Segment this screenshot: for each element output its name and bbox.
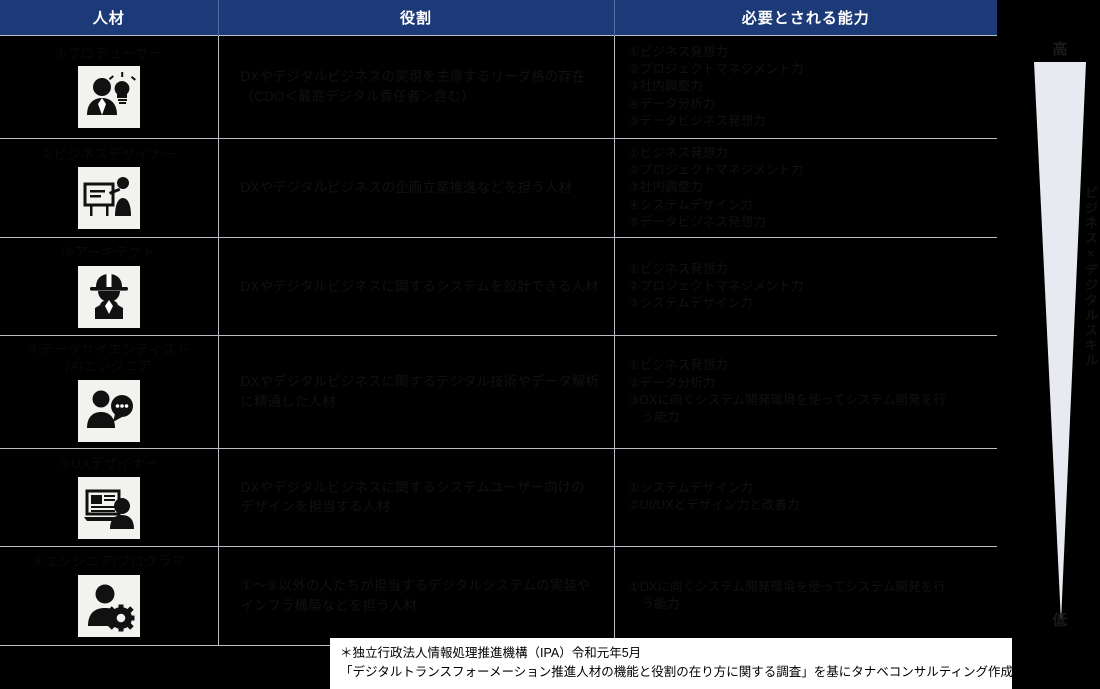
skill-item: ⑤データビジネス発想力 <box>628 113 766 128</box>
skills-list: ①DXに向くシステム開発環境を使ってシステム開発を行 う能力 <box>629 579 988 614</box>
role-cell: ①〜⑤以外の人たちが担当するデジタルシステムの実装や インフラ構築などを担う人材 <box>218 546 615 646</box>
skills-list: ①ビジネス発想力 ②プロジェクトマネジメント力 ③システムデザイン力 <box>629 261 988 313</box>
person-label: ①プロデューサー <box>54 45 163 61</box>
table-header: 人材 役割 必要とされる能力 <box>0 0 997 36</box>
skills-list: ①システムデザイン力 ②UI/UXとデザイン力と改善力 <box>629 480 988 515</box>
skills-cell: ①ビジネス発想力 ②プロジェクトマネジメント力 ③社内調整力 ④システムデザイン… <box>614 138 997 238</box>
presenter-whiteboard-icon <box>77 167 140 230</box>
role-cell: DXやデジタルビジネスの実現を主導するリーダ格の存在 （CDO＜最高デジタル責任… <box>218 35 615 139</box>
table-row: ②ビジネスデザイナー DXやデジタルビジネスの企画立案推進などを担う人材 ①ビジ… <box>0 138 997 238</box>
skill-item: ①DXに向くシステム開発環境を使ってシステム開発を行 う能力 <box>628 579 946 611</box>
column-header-skills: 必要とされる能力 <box>614 0 997 36</box>
person-label: ⑤UXデザイナー <box>58 455 159 471</box>
column-header-role: 役割 <box>218 0 615 36</box>
table-row: ⑤UXデザイナー DXやデジタルビジネスに関するシステムユーザー向けの デザイン… <box>0 448 997 547</box>
skills-list: ①ビジネス発想力 ②データ分析力 ③DXに向くシステム開発環境を使ってシステム開… <box>629 357 988 426</box>
person-cell: ⑤UXデザイナー <box>0 448 219 547</box>
hardhat-worker-icon <box>77 265 140 328</box>
source-note-line-1: ＊独立行政法人情報処理推進機構（IPA）令和元年5月 <box>340 646 642 660</box>
person-label: ④データサイエンティスト /AIエンジニア <box>27 342 190 374</box>
skills-cell: ①ビジネス発想力 ②プロジェクトマネジメント力 ③システムデザイン力 <box>614 237 997 336</box>
header-row: 人材 役割 必要とされる能力 <box>0 0 997 36</box>
person-cell: ④データサイエンティスト /AIエンジニア <box>0 335 219 449</box>
skill-item: ①ビジネス発想力 <box>628 145 729 160</box>
skill-gauge: 高 ビジネス×デジタルスキル 低 <box>1020 36 1100 636</box>
table-row: ①プロデューサー DXやデジタルビジネスの実現を主導するリーダ格の存在 （CDO… <box>0 35 997 139</box>
role-text: ①〜⑤以外の人たちが担当するデジタルシステムの実装や インフラ構築などを担う人材 <box>240 578 591 613</box>
skills-cell: ①ビジネス発想力 ②プロジェクトマネジメント力 ③社内調整力 ④データ分析力 ⑤… <box>614 35 997 139</box>
gauge-axis-label: ビジネス×デジタルスキル <box>1083 186 1098 368</box>
skill-item: ②プロジェクトマネジメント力 <box>628 163 804 178</box>
person-label: ③アーキテクト <box>61 245 156 261</box>
source-note-line-2: 「デジタルトランスフォーメーション推進人材の機能と役割の在り方に関する調査」を基… <box>340 664 1014 679</box>
table-row: ④データサイエンティスト /AIエンジニア DXやデジタルビジネスに関するデジタ… <box>0 335 997 449</box>
skill-item: ③社内調整力 <box>628 79 703 94</box>
role-cell: DXやデジタルビジネスに関するシステムユーザー向けの デザインを担当する人材 <box>218 448 615 547</box>
table-body: ①プロデューサー DXやデジタルビジネスの実現を主導するリーダ格の存在 （CDO… <box>0 35 997 646</box>
dx-talent-matrix: 人材 役割 必要とされる能力 ①プロデューサー DXやデジタルビジネスの実現を主… <box>0 0 997 646</box>
matrix-table: 人材 役割 必要とされる能力 ①プロデューサー DXやデジタルビジネスの実現を主… <box>0 0 997 646</box>
laptop-user-icon <box>77 476 140 539</box>
skill-item: ①ビジネス発想力 <box>628 358 729 373</box>
person-cell: ③アーキテクト <box>0 237 219 336</box>
skill-item: ②データ分析力 <box>628 375 716 390</box>
skills-cell: ①システムデザイン力 ②UI/UXとデザイン力と改善力 <box>614 448 997 547</box>
skills-cell: ①DXに向くシステム開発環境を使ってシステム開発を行 う能力 <box>614 546 997 646</box>
role-cell: DXやデジタルビジネスに関するデジタル技術やデータ解析 に精通した人材 <box>218 335 615 449</box>
skills-cell: ①ビジネス発想力 ②データ分析力 ③DXに向くシステム開発環境を使ってシステム開… <box>614 335 997 449</box>
gauge-high-label: 高 <box>1052 41 1068 58</box>
skills-list: ①ビジネス発想力 ②プロジェクトマネジメント力 ③社内調整力 ④システムデザイン… <box>629 145 988 231</box>
table-row: ⑥エンジニア/プログラマ ①〜⑤以外の人たちが担当するデジタルシステムの実装や … <box>0 546 997 646</box>
person-gear-icon <box>77 575 140 638</box>
person-label: ②ビジネスデザイナー <box>41 146 177 162</box>
person-lightbulb-icon <box>77 66 140 129</box>
person-cell: ②ビジネスデザイナー <box>0 138 219 238</box>
skill-item: ⑤データビジネス発想力 <box>628 214 766 229</box>
skill-item: ①システムデザイン力 <box>628 481 753 495</box>
skill-item: ③社内調整力 <box>628 180 703 195</box>
person-label: ⑥エンジニア/プログラマ <box>32 554 186 570</box>
skill-item: ③システムデザイン力 <box>628 296 753 311</box>
person-cell: ⑥エンジニア/プログラマ <box>0 546 219 646</box>
skill-item: ①ビジネス発想力 <box>628 261 729 276</box>
role-cell: DXやデジタルビジネスの企画立案推進などを担う人材 <box>218 138 615 238</box>
role-cell: DXやデジタルビジネスに関するシステムを設計できる人材 <box>218 237 615 336</box>
infographic-root: 人材 役割 必要とされる能力 ①プロデューサー DXやデジタルビジネスの実現を主… <box>0 0 1100 689</box>
skill-item: ③DXに向くシステム開発環境を使ってシステム開発を行 う能力 <box>628 392 946 425</box>
skill-item: ④システムデザイン力 <box>628 197 753 212</box>
source-note: ＊独立行政法人情報処理推進機構（IPA）令和元年5月 「デジタルトランスフォーメ… <box>330 638 1014 689</box>
person-cell: ①プロデューサー <box>0 35 219 139</box>
role-text: DXやデジタルビジネスに関するシステムユーザー向けの デザインを担当する人材 <box>240 479 585 515</box>
skill-item: ②プロジェクトマネジメント力 <box>628 278 804 293</box>
table-row: ③アーキテクト DXやデジタルビジネスに関するシステムを設計できる人材 ①ビジネ… <box>0 237 997 336</box>
role-text: DXやデジタルビジネスの実現を主導するリーダ格の存在 （CDO＜最高デジタル責任… <box>240 69 586 104</box>
skill-item: ④データ分析力 <box>628 96 716 111</box>
gauge-low-label: 低 <box>1052 612 1068 629</box>
skills-list: ①ビジネス発想力 ②プロジェクトマネジメント力 ③社内調整力 ④データ分析力 ⑤… <box>629 44 988 130</box>
skill-item: ①ビジネス発想力 <box>628 44 729 59</box>
skill-item: ②プロジェクトマネジメント力 <box>628 62 804 77</box>
person-chat-bubble-icon <box>77 379 140 442</box>
column-header-person: 人材 <box>0 0 219 36</box>
role-text: DXやデジタルビジネスの企画立案推進などを担う人材 <box>240 180 572 196</box>
skill-item: ②UI/UXとデザイン力と改善力 <box>628 498 800 513</box>
role-text: DXやデジタルビジネスに関するデジタル技術やデータ解析 に精通した人材 <box>240 374 599 409</box>
role-text: DXやデジタルビジネスに関するシステムを設計できる人材 <box>240 278 599 294</box>
